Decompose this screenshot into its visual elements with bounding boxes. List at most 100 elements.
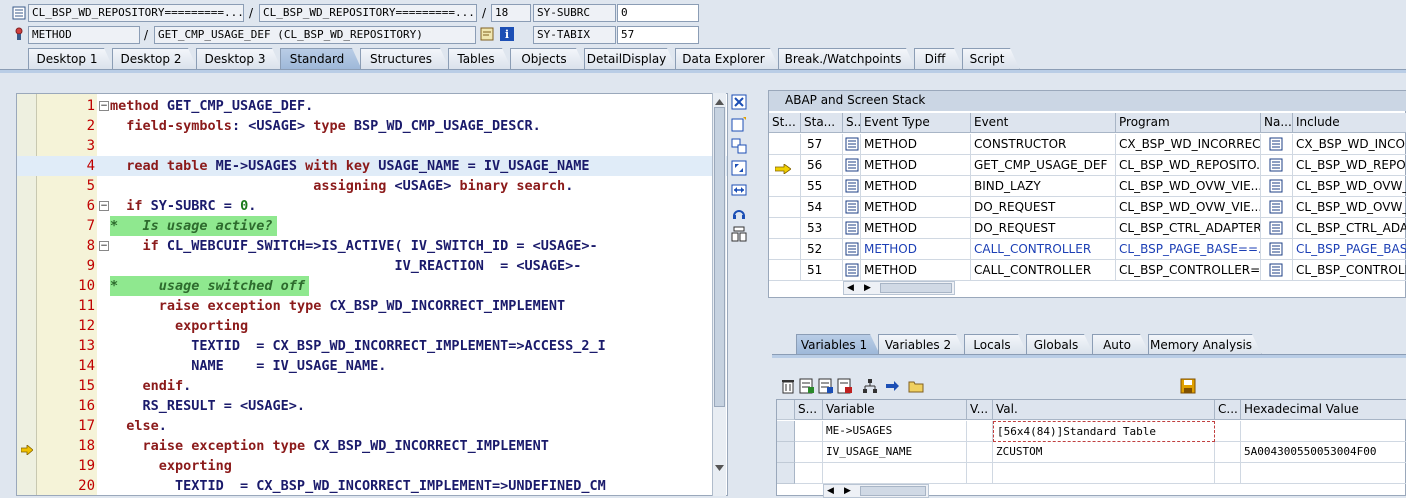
tab-standard[interactable]: Standard: [280, 48, 362, 70]
stack-column-header[interactable]: S...: [843, 113, 861, 133]
fold-toggle-icon[interactable]: −: [99, 241, 109, 251]
navigate-source-icon[interactable]: [1269, 221, 1283, 235]
navigate-cell[interactable]: [1261, 134, 1293, 155]
stack-horizontal-scrollbar[interactable]: ◀ ▶: [843, 281, 955, 295]
row-selector[interactable]: [777, 463, 795, 484]
variables-column-header[interactable]: S...: [795, 400, 823, 420]
fold-toggle-icon[interactable]: −: [99, 101, 109, 111]
line-number-field[interactable]: 18: [491, 4, 531, 22]
info-icon[interactable]: i: [500, 27, 514, 41]
row-selector[interactable]: [777, 421, 795, 442]
tab-desktop-2[interactable]: Desktop 2: [112, 48, 198, 70]
stack-column-header[interactable]: Event Type: [861, 113, 971, 133]
tab-data-explorer[interactable]: Data Explorer: [675, 48, 780, 70]
value-cell[interactable]: [56x4(84)]Standard Table: [993, 421, 1215, 442]
variables-column-header[interactable]: Hexadecimal Value: [1241, 400, 1406, 420]
sy-tabix-value[interactable]: 57: [617, 26, 699, 44]
row-selector[interactable]: [777, 442, 795, 463]
tab-locals[interactable]: Locals: [964, 334, 1028, 355]
tab-desktop-3[interactable]: Desktop 3: [196, 48, 282, 70]
services-icon[interactable]: [731, 204, 747, 220]
navigate-source-icon[interactable]: [1269, 263, 1283, 277]
source-icon[interactable]: [480, 27, 494, 41]
stack-column-header[interactable]: Program: [1116, 113, 1261, 133]
tab-variables-1[interactable]: Variables 1: [796, 334, 880, 355]
scroll-right-icon[interactable]: ▶: [844, 485, 851, 497]
value-cell[interactable]: ZCUSTOM: [993, 442, 1215, 463]
close-icon[interactable]: [731, 94, 747, 110]
variable-name-input[interactable]: [823, 463, 967, 484]
navigate-cell[interactable]: [1261, 155, 1293, 176]
navigate-source-icon[interactable]: [1269, 137, 1283, 151]
program-field[interactable]: CL_BSP_WD_REPOSITORY=========...: [28, 4, 244, 22]
tab-structures[interactable]: Structures: [360, 48, 450, 70]
table-row[interactable]: 53 METHOD DO_REQUEST CL_BSP_CTRL_ADAPTER...…: [769, 218, 1406, 239]
layout-tool-icon[interactable]: [731, 226, 747, 242]
variable-name-input[interactable]: ME->USAGES: [823, 421, 967, 442]
delete-row-icon[interactable]: [837, 378, 853, 394]
table-row[interactable]: 56 METHOD GET_CMP_USAGE_DEF CL_BSP_WD_REPOS…: [769, 155, 1406, 176]
table-row[interactable]: 57 METHOD CONSTRUCTOR CX_BSP_WD_INCORREC...…: [769, 134, 1406, 155]
include-field[interactable]: CL_BSP_WD_REPOSITORY=========...: [259, 4, 477, 22]
insert-row-icon[interactable]: [799, 378, 815, 394]
stack-column-header[interactable]: St...: [769, 113, 801, 133]
tab-desktop-1[interactable]: Desktop 1: [28, 48, 114, 70]
resize-horizontal-icon[interactable]: [731, 182, 747, 198]
tab-globals[interactable]: Globals: [1026, 334, 1094, 355]
navigate-cell[interactable]: [1261, 239, 1293, 260]
tab-script[interactable]: Script: [962, 48, 1020, 70]
tab-auto[interactable]: Auto: [1092, 334, 1150, 355]
navigate-source-icon[interactable]: [1269, 242, 1283, 256]
stack-column-header[interactable]: Event: [971, 113, 1116, 133]
tab-objects[interactable]: Objects: [510, 48, 586, 70]
navigate-source-icon[interactable]: [1269, 200, 1283, 214]
tab-variables-2[interactable]: Variables 2: [878, 334, 966, 355]
save-icon[interactable]: [1180, 378, 1196, 394]
navigate-source-icon[interactable]: [1269, 158, 1283, 172]
table-row[interactable]: 54 METHOD DO_REQUEST CL_BSP_WD_OVW_VIE... CL…: [769, 197, 1406, 218]
stack-column-header[interactable]: Sta...: [801, 113, 843, 133]
tab-tables[interactable]: Tables: [448, 48, 512, 70]
navigate-cell[interactable]: [1261, 260, 1293, 281]
navigate-source-icon[interactable]: [1269, 179, 1283, 193]
event-field[interactable]: GET_CMP_USAGE_DEF (CL_BSP_WD_REPOSITORY): [154, 26, 476, 44]
stack-column-header[interactable]: Include: [1293, 113, 1406, 133]
swap-tool-icon[interactable]: [731, 138, 747, 154]
variables-column-header[interactable]: Variable: [823, 400, 967, 420]
scroll-thumb[interactable]: [880, 283, 952, 293]
folder-icon[interactable]: [908, 378, 924, 394]
table-row[interactable]: 52 METHOD CALL_CONTROLLER CL_BSP_PAGE_BASE=…: [769, 239, 1406, 260]
change-cell[interactable]: [1215, 421, 1241, 442]
tab-diff[interactable]: Diff: [914, 48, 964, 70]
scroll-left-icon[interactable]: ◀: [827, 485, 834, 497]
new-tool-icon[interactable]: [731, 116, 747, 132]
variables-column-header[interactable]: C...: [1215, 400, 1241, 420]
maximize-tool-icon[interactable]: [731, 160, 747, 176]
navigate-cell[interactable]: [1261, 176, 1293, 197]
tab-memory-analysis[interactable]: Memory Analysis: [1148, 334, 1262, 355]
variables-column-header[interactable]: Val.: [993, 400, 1215, 420]
sy-subrc-value[interactable]: 0: [617, 4, 699, 22]
hierarchy-icon[interactable]: [862, 378, 878, 394]
editor-vertical-scrollbar[interactable]: [712, 93, 726, 496]
variables-column-header[interactable]: V...: [967, 400, 993, 420]
variable-name-input[interactable]: IV_USAGE_NAME: [823, 442, 967, 463]
table-row[interactable]: 55 METHOD BIND_LAZY CL_BSP_WD_OVW_VIE... CL_…: [769, 176, 1406, 197]
transfer-icon[interactable]: [884, 378, 900, 394]
scroll-up-icon[interactable]: [714, 95, 725, 105]
table-row[interactable]: 51 METHOD CALL_CONTROLLER CL_BSP_CONTROLLER…: [769, 260, 1406, 281]
fold-toggle-icon[interactable]: −: [99, 201, 109, 211]
code-editor[interactable]: 1− method GET_CMP_USAGE_DEF. 2 field-symbo…: [16, 93, 728, 496]
navigate-cell[interactable]: [1261, 218, 1293, 239]
delete-icon[interactable]: [780, 378, 796, 394]
scroll-down-icon[interactable]: [714, 461, 725, 471]
scroll-right-icon[interactable]: ▶: [864, 282, 871, 294]
change-cell[interactable]: [1215, 463, 1241, 484]
change-cell[interactable]: [1215, 442, 1241, 463]
stack-column-header[interactable]: Na...: [1261, 113, 1293, 133]
scroll-left-icon[interactable]: ◀: [847, 282, 854, 294]
tab-break-watchpoints[interactable]: Break./Watchpoints: [778, 48, 916, 70]
scroll-thumb[interactable]: [860, 486, 926, 496]
tab-detaildisplay[interactable]: DetailDisplay: [584, 48, 677, 70]
value-cell[interactable]: [993, 463, 1215, 484]
